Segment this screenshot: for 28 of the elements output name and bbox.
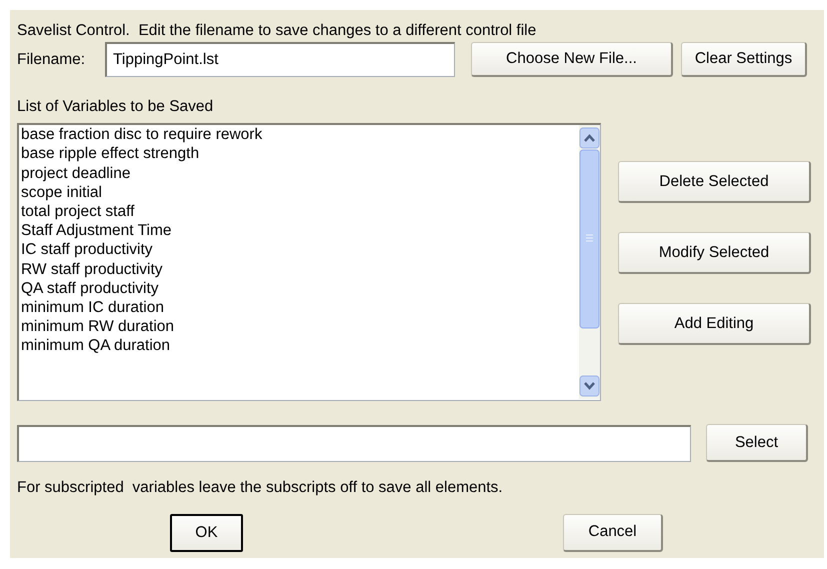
list-item[interactable]: minimum RW duration — [19, 317, 579, 336]
ok-button[interactable]: OK — [170, 514, 243, 552]
list-item[interactable]: RW staff productivity — [19, 260, 579, 279]
list-item[interactable]: minimum IC duration — [19, 298, 579, 318]
modify-button[interactable]: Modify Selected — [618, 232, 811, 274]
variable-list[interactable] — [17, 123, 601, 402]
variable-input-field[interactable] — [17, 424, 691, 462]
list-label: List of Variables to be Saved — [17, 97, 214, 117]
clear-settings-button[interactable]: Clear Settings — [681, 42, 807, 77]
list-item[interactable]: IC staff productivity — [19, 240, 579, 260]
cancel-button[interactable]: Cancel — [563, 514, 663, 552]
list-item[interactable]: total project staff — [19, 202, 579, 222]
list-item[interactable]: scope initial — [19, 182, 579, 202]
delete-button[interactable]: Delete Selected — [618, 161, 811, 204]
filename-field[interactable]: TippingPoint.lst — [105, 42, 455, 77]
list-item[interactable]: QA staff productivity — [19, 278, 579, 298]
add-editing-button[interactable]: Add Editing — [618, 303, 811, 346]
list-item[interactable]: Staff Adjustment Time — [19, 221, 579, 240]
list-item[interactable]: minimum QA duration — [19, 336, 579, 356]
dialog-heading: Savelist Control. Edit the filename to save changes to a different control file — [17, 22, 538, 40]
subscript-note: For subscripted variables leave the subscripts off to save all elements. — [17, 478, 504, 498]
select-button[interactable]: Select — [706, 424, 808, 462]
choose-file-button[interactable]: Choose New File... — [471, 42, 673, 77]
scroll-bar[interactable] — [579, 125, 600, 400]
list-item[interactable]: base fraction disc to require rework — [19, 125, 579, 144]
list-item[interactable]: base ripple effect strength — [19, 144, 579, 164]
list-item[interactable]: project deadline — [19, 164, 579, 183]
filename-label: Filename: — [17, 50, 86, 70]
